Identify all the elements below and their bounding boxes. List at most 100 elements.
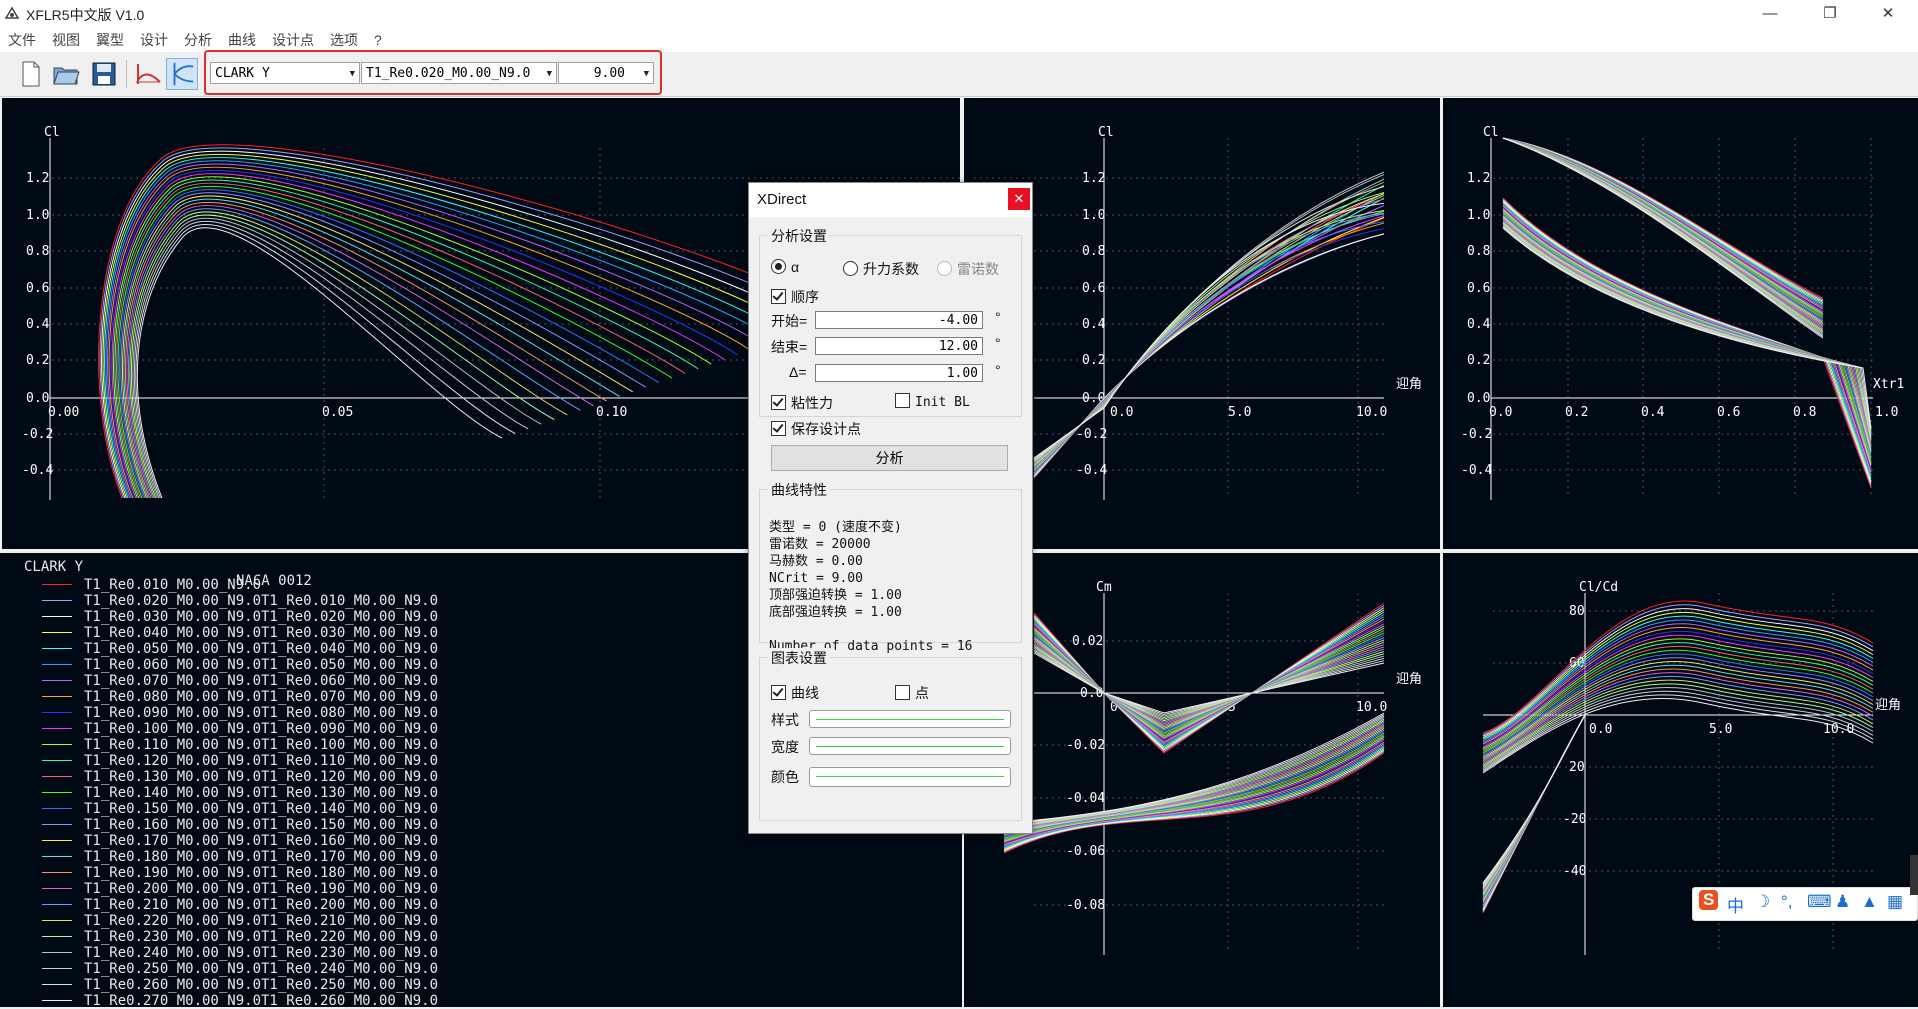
close-window-button[interactable]: ✕	[1860, 0, 1916, 28]
x-tick: 0.00	[48, 405, 79, 420]
skin-icon[interactable]: ▲	[1861, 892, 1878, 912]
clcd-alpha-plot: Cl/Cd 迎角 80 60 20 -20 -40 0.0 5.0 10.0	[1482, 580, 1901, 955]
y-axis-label: Cl	[1483, 125, 1499, 140]
legend-label: T1_Re0.200_M0.00_N9.0T1_Re0.190_M0.00_N9…	[84, 881, 439, 897]
menu-design[interactable]: 设计	[132, 28, 176, 52]
polar-curve	[121, 195, 634, 499]
start-input[interactable]: -4.00	[815, 311, 983, 329]
legend-swatch	[42, 584, 72, 585]
dialog-close-button[interactable]: ✕	[1008, 188, 1030, 210]
viscous-checkbox[interactable]: 粘性力	[771, 393, 833, 413]
legend-item[interactable]: T1_Re0.170_M0.00_N9.0T1_Re0.160_M0.00_N9…	[36, 833, 936, 849]
polar-curves	[1003, 602, 1385, 854]
legend-label: T1_Re0.170_M0.00_N9.0T1_Re0.160_M0.00_N9…	[84, 833, 439, 849]
init-bl-checkbox[interactable]: Init BL	[895, 393, 970, 410]
legend-label: T1_Re0.100_M0.00_N9.0T1_Re0.090_M0.00_N9…	[84, 721, 439, 737]
menu-help[interactable]: ?	[366, 28, 390, 52]
legend-item[interactable]: T1_Re0.180_M0.00_N9.0T1_Re0.170_M0.00_N9…	[36, 849, 936, 865]
menu-options[interactable]: 选项	[322, 28, 366, 52]
polar-curve	[98, 144, 843, 499]
alpha-radio[interactable]: α	[771, 259, 799, 275]
menu-polars[interactable]: 曲线	[220, 28, 264, 52]
menu-view[interactable]: 视图	[44, 28, 88, 52]
minimize-button[interactable]: —	[1742, 0, 1798, 28]
menu-analysis[interactable]: 分析	[176, 28, 220, 52]
menu-opp[interactable]: 设计点	[264, 28, 322, 52]
clcd-alpha-graph[interactable]: Cl/Cd 迎角 80 60 20 -20 -40 0.0 5.0 10.0	[1443, 553, 1918, 1007]
legend-item[interactable]: T1_Re0.250_M0.00_N9.0T1_Re0.240_M0.00_N9…	[36, 961, 936, 977]
legend-item[interactable]: T1_Re0.200_M0.00_N9.0T1_Re0.190_M0.00_N9…	[36, 881, 936, 897]
alpha-radio-label: α	[791, 259, 800, 275]
width-label: 宽度	[771, 739, 799, 755]
points-checkbox[interactable]: 点	[895, 683, 929, 703]
legend-label: T1_Re0.050_M0.00_N9.0T1_Re0.040_M0.00_N9…	[84, 641, 439, 657]
polar-curve	[1502, 198, 1872, 486]
menu-airfoil[interactable]: 翼型	[88, 28, 132, 52]
ime-toolbar[interactable]: S 中 ☽ °, ⌨ ♟ ▲ ▦	[1692, 887, 1918, 921]
legend-swatch	[42, 936, 72, 937]
grid-menu-icon[interactable]: ▦	[1887, 892, 1903, 912]
dialog-title: XDirect	[757, 191, 807, 208]
legend-label: T1_Re0.260_M0.00_N9.0T1_Re0.250_M0.00_N9…	[84, 977, 439, 993]
open-folder-icon[interactable]	[50, 58, 82, 90]
delta-input[interactable]: 1.00	[815, 364, 983, 382]
legend-label: T1_Re0.010_M0.00_N9.0	[84, 577, 262, 593]
checkbox-icon	[771, 421, 786, 436]
new-file-icon[interactable]	[14, 58, 46, 90]
title-bar: XFLR5中文版 V1.0 — ❐ ✕	[0, 0, 1918, 28]
polar-curve	[101, 150, 817, 499]
punctuation-icon[interactable]: °,	[1781, 892, 1793, 912]
menu-bar: 文件 视图 翼型 设计 分析 曲线 设计点 选项?	[0, 28, 1918, 52]
points-label: 点	[915, 685, 929, 701]
polar-curve	[129, 211, 568, 499]
legend-swatch	[42, 888, 72, 889]
cl-xtr-graph[interactable]: Cl Xtr1 1.2 1.0 0.8 0.6 0.4 0.2 0.0 -0.2…	[1443, 98, 1918, 549]
user-icon[interactable]: ♟	[1835, 892, 1850, 912]
sequence-checkbox[interactable]: 顺序	[771, 287, 819, 307]
y-tick: -0.2	[22, 427, 53, 442]
viscous-label: 粘性力	[791, 395, 833, 411]
legend-item[interactable]: T1_Re0.210_M0.00_N9.0T1_Re0.200_M0.00_N9…	[36, 897, 936, 913]
end-input[interactable]: 12.00	[815, 337, 983, 355]
menu-file[interactable]: 文件	[0, 28, 44, 52]
y-tick: 0.6	[1082, 281, 1105, 296]
color-selector[interactable]	[809, 767, 1011, 787]
curve-checkbox[interactable]: 曲线	[771, 683, 819, 703]
legend-swatch	[42, 632, 72, 633]
legend-item[interactable]: T1_Re0.240_M0.00_N9.0T1_Re0.230_M0.00_N9…	[36, 945, 936, 961]
legend-item[interactable]: T1_Re0.220_M0.00_N9.0T1_Re0.210_M0.00_N9…	[36, 913, 936, 929]
dialog-title-bar[interactable]: XDirect ✕	[749, 183, 1032, 217]
legend-item[interactable]: T1_Re0.230_M0.00_N9.0T1_Re0.220_M0.00_N9…	[36, 929, 936, 945]
cl-alpha-graph[interactable]: Cl 迎角 1.2 1.0 0.8 0.6 0.4 0.2 0.0 -0.2 -…	[964, 98, 1440, 549]
polar-view-icon[interactable]	[166, 58, 198, 90]
legend-item[interactable]: T1_Re0.190_M0.00_N9.0T1_Re0.180_M0.00_N9…	[36, 865, 936, 881]
legend-item[interactable]: T1_Re0.260_M0.00_N9.0T1_Re0.250_M0.00_N9…	[36, 977, 936, 993]
y-tick: 0.8	[26, 244, 49, 259]
save-icon[interactable]	[88, 58, 120, 90]
store-opp-checkbox[interactable]: 保存设计点	[771, 419, 861, 439]
side-scroll-handle[interactable]	[1910, 855, 1918, 895]
y-tick: 0.0	[26, 391, 49, 406]
airfoil-view-icon[interactable]	[132, 58, 164, 90]
cm-alpha-graph[interactable]: Cm 迎角 0.02 0.0 -0.02 -0.04 -0.06 -0.08 0…	[964, 553, 1440, 1007]
y-tick: -0.2	[1461, 427, 1492, 442]
width-selector[interactable]	[809, 737, 1011, 755]
checkbox-icon	[771, 395, 786, 410]
legend-swatch	[42, 776, 72, 777]
cl-radio-label: 升力系数	[863, 261, 919, 277]
analyze-button[interactable]: 分析	[771, 445, 1008, 471]
sequence-label: 顺序	[791, 289, 819, 305]
prop-mach: 马赫数 = 0.00	[769, 554, 863, 569]
re-radio[interactable]: 雷诺数	[937, 259, 999, 279]
polar-curve	[1482, 714, 1586, 887]
degree-unit: °	[995, 309, 1001, 325]
xflr5-app-icon	[4, 6, 20, 19]
restore-button[interactable]: ❐	[1802, 0, 1858, 28]
cl-radio[interactable]: 升力系数	[843, 259, 919, 279]
y-tick: -0.06	[1066, 844, 1105, 859]
style-selector[interactable]	[809, 710, 1011, 728]
moon-icon[interactable]: ☽	[1755, 892, 1770, 912]
curve-label: 曲线	[791, 685, 819, 701]
legend-swatch	[42, 648, 72, 649]
keyboard-icon[interactable]: ⌨	[1807, 892, 1832, 912]
